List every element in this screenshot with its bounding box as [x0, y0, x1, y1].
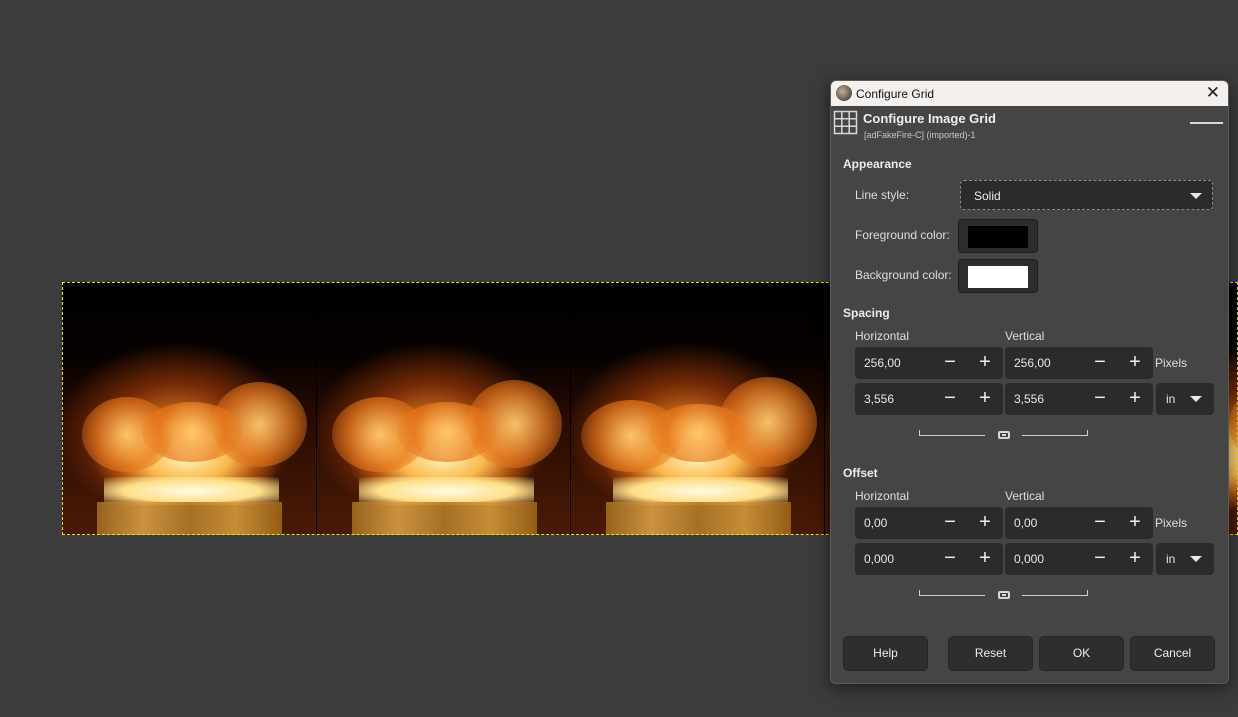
grid-icon: [833, 110, 858, 135]
background-color-label: Background color:: [855, 268, 952, 282]
spin-value: 3,556: [864, 392, 895, 406]
decrement-button[interactable]: −: [1083, 383, 1117, 415]
decrement-button[interactable]: −: [933, 347, 967, 379]
cancel-button[interactable]: Cancel: [1130, 636, 1215, 671]
spin-value: 0,000: [1014, 552, 1045, 566]
background-color-button[interactable]: [958, 259, 1038, 293]
decrement-button[interactable]: −: [933, 543, 967, 575]
chain-line-left: [919, 595, 985, 596]
reset-button[interactable]: Reset: [948, 636, 1033, 671]
chain-tick: [1087, 430, 1088, 435]
chain-link-icon[interactable]: [998, 591, 1010, 599]
spacing-vertical-inches[interactable]: 3,556 − +: [1005, 383, 1153, 415]
caret-down-icon: [1190, 556, 1202, 562]
window-title: Configure Grid: [856, 87, 935, 101]
increment-button[interactable]: +: [968, 507, 1002, 539]
foreground-color-label: Foreground color:: [855, 228, 950, 242]
decrement-button[interactable]: −: [1083, 507, 1117, 539]
spacing-vertical-pixels[interactable]: 256,00 − +: [1005, 347, 1153, 379]
increment-button[interactable]: +: [968, 543, 1002, 575]
spin-value: 256,00: [1014, 356, 1051, 370]
spacing-horizontal-pixels[interactable]: 256,00 − +: [855, 347, 1003, 379]
offset-vertical-label: Vertical: [1005, 489, 1045, 503]
increment-button[interactable]: +: [968, 383, 1002, 415]
decrement-button[interactable]: −: [933, 383, 967, 415]
decrement-button[interactable]: −: [933, 507, 967, 539]
spacing-unit-select[interactable]: in: [1156, 383, 1214, 415]
dialog-titlebar[interactable]: Configure Grid ✕: [831, 81, 1228, 106]
spacing-heading: Spacing: [843, 306, 890, 320]
foreground-swatch: [968, 226, 1028, 248]
configure-grid-dialog: Configure Grid ✕ Configure Image Grid [a…: [830, 80, 1229, 684]
increment-button[interactable]: +: [1118, 347, 1152, 379]
offset-horizontal-label: Horizontal: [855, 489, 910, 503]
line-style-value: Solid: [974, 189, 1001, 203]
chain-line-left: [919, 435, 985, 436]
increment-button[interactable]: +: [1118, 543, 1152, 575]
appearance-heading: Appearance: [843, 157, 912, 171]
background-swatch: [968, 266, 1028, 288]
line-style-select[interactable]: Solid: [960, 180, 1213, 210]
gimp-icon: [836, 85, 852, 101]
chain-line-right: [1022, 595, 1088, 596]
offset-vertical-inches[interactable]: 0,000 − +: [1005, 543, 1153, 575]
chain-line-right: [1022, 435, 1088, 436]
close-icon[interactable]: ✕: [1206, 83, 1220, 103]
spacing-pixels-unit: Pixels: [1155, 356, 1188, 370]
spin-value: 0,000: [864, 552, 895, 566]
caret-down-icon: [1190, 193, 1202, 199]
line-style-label: Line style:: [855, 188, 910, 202]
offset-pixels-unit: Pixels: [1155, 516, 1188, 530]
chain-tick: [1087, 590, 1088, 595]
increment-button[interactable]: +: [968, 347, 1002, 379]
spacing-horizontal-label: Horizontal: [855, 329, 910, 343]
unit-value: in: [1166, 552, 1176, 566]
caret-down-icon: [1190, 396, 1202, 402]
offset-heading: Offset: [843, 466, 878, 480]
header-divider: [1190, 122, 1223, 124]
offset-horizontal-pixels[interactable]: 0,00 − +: [855, 507, 1003, 539]
foreground-color-button[interactable]: [958, 219, 1038, 253]
offset-vertical-pixels[interactable]: 0,00 − +: [1005, 507, 1153, 539]
chain-link-icon[interactable]: [998, 431, 1010, 439]
spin-value: 256,00: [864, 356, 901, 370]
offset-unit-select[interactable]: in: [1156, 543, 1214, 575]
spacing-vertical-label: Vertical: [1005, 329, 1045, 343]
dialog-heading: Configure Image Grid: [863, 111, 996, 126]
spacing-horizontal-inches[interactable]: 3,556 − +: [855, 383, 1003, 415]
decrement-button[interactable]: −: [1083, 347, 1117, 379]
spin-value: 0,00: [1014, 516, 1038, 530]
image-name: [adFakeFire-C] (imported)-1: [864, 130, 976, 140]
spin-value: 0,00: [864, 516, 888, 530]
ok-button[interactable]: OK: [1039, 636, 1124, 671]
unit-value: in: [1166, 392, 1176, 406]
increment-button[interactable]: +: [1118, 383, 1152, 415]
offset-horizontal-inches[interactable]: 0,000 − +: [855, 543, 1003, 575]
spin-value: 3,556: [1014, 392, 1045, 406]
increment-button[interactable]: +: [1118, 507, 1152, 539]
help-button[interactable]: Help: [843, 636, 928, 671]
decrement-button[interactable]: −: [1083, 543, 1117, 575]
